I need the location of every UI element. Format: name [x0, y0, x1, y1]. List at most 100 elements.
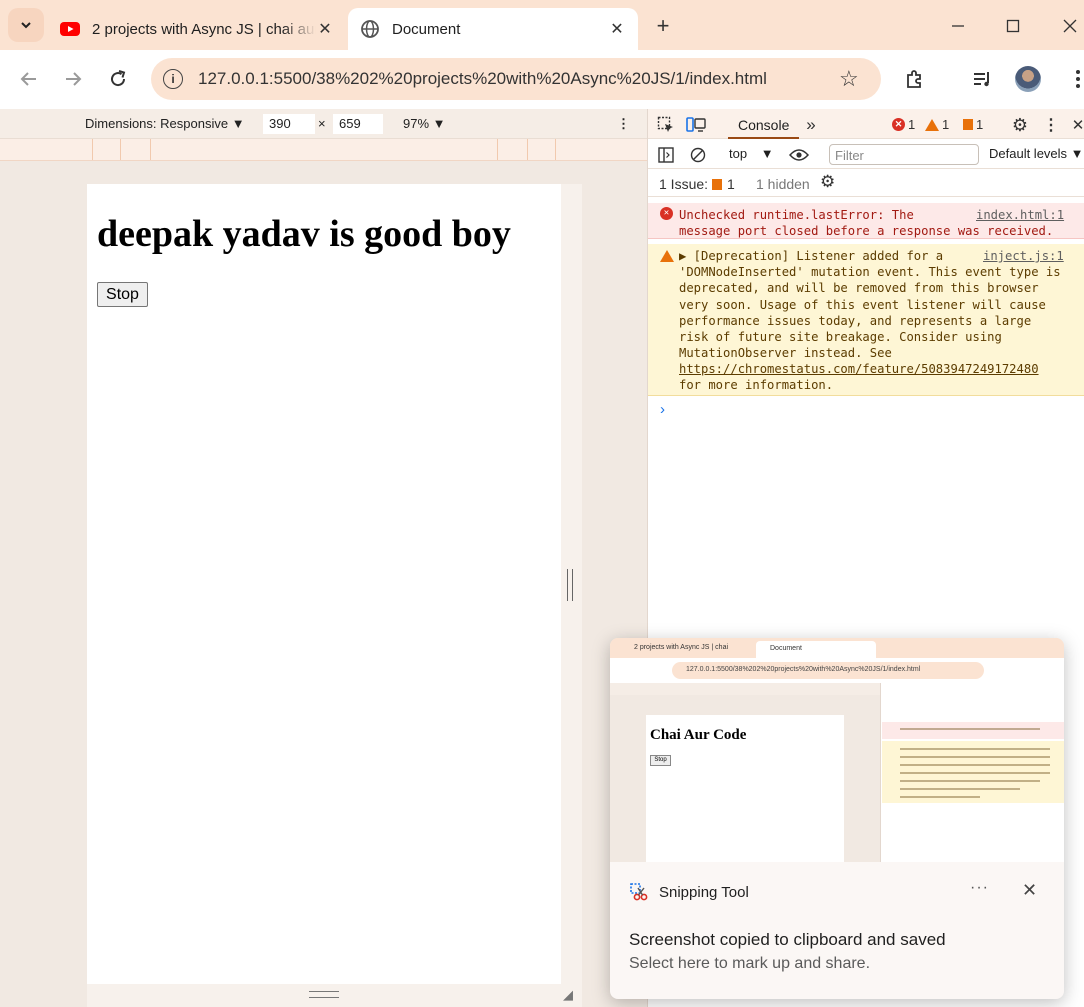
- context-selector[interactable]: top ▼: [729, 146, 774, 161]
- browser-toolbar: i 127.0.0.1:5500/38%202%20projects%20wit…: [0, 50, 1084, 109]
- thumb-tab-title: 2 projects with Async JS | chai: [634, 644, 729, 651]
- kebab-menu-icon[interactable]: [1064, 65, 1084, 93]
- tab-search-button[interactable]: [8, 8, 44, 42]
- reload-icon[interactable]: [104, 65, 132, 93]
- device-toggle-icon[interactable]: [686, 115, 706, 135]
- url-text: 127.0.0.1:5500/38%202%20projects%20with%…: [198, 69, 767, 88]
- width-resize-handle[interactable]: [567, 569, 573, 601]
- back-arrow-icon[interactable]: [15, 65, 43, 93]
- sidebar-toggle-icon[interactable]: [656, 145, 676, 165]
- plus-icon[interactable]: +: [650, 13, 676, 39]
- thumb-button: Stop: [650, 755, 671, 766]
- dimensions-dropdown[interactable]: Dimensions: Responsive ▼: [85, 116, 245, 131]
- emulated-page: deepak yadav is good boy Stop: [87, 184, 561, 984]
- message-text: ▶ [Deprecation] Listener added for a 'DO…: [679, 249, 1061, 361]
- extensions-icon[interactable]: [901, 65, 929, 93]
- toast-header: Snipping Tool ··· ✕: [610, 862, 1064, 922]
- height-resize-handle[interactable]: [309, 991, 339, 998]
- console-toolbar: top ▼ Filter Default levels ▼: [648, 139, 1084, 169]
- window-close-icon[interactable]: [1056, 12, 1084, 40]
- issues-label: 1 Issue:: [659, 176, 709, 192]
- caret-down-icon: ▼: [231, 116, 245, 131]
- maximize-icon[interactable]: [999, 12, 1027, 40]
- device-viewport-area: deepak yadav is good boy Stop ◢: [0, 161, 647, 1007]
- snipping-tool-notification[interactable]: 2 projects with Async JS | chai Document…: [610, 638, 1064, 999]
- issue-counter[interactable]: 1: [963, 117, 983, 132]
- context-label: top: [729, 146, 748, 161]
- zoom-label: 97%: [403, 116, 430, 131]
- console-warning-message[interactable]: ▶ [Deprecation] Listener added for a 'DO…: [648, 244, 1084, 396]
- issues-link[interactable]: 1: [712, 176, 735, 192]
- more-tabs-icon[interactable]: »: [801, 115, 821, 135]
- youtube-icon: [60, 22, 80, 36]
- tab-strip: 2 projects with Async JS | chai aur java…: [0, 0, 1084, 50]
- toast-close-icon[interactable]: ✕: [1022, 880, 1037, 901]
- inspect-element-icon[interactable]: [656, 115, 676, 135]
- issue-count: 1: [976, 117, 984, 132]
- gear-icon[interactable]: ⚙: [1010, 115, 1030, 135]
- message-tail: for more information.: [679, 378, 834, 392]
- clear-console-icon[interactable]: [688, 145, 708, 165]
- media-query-bar: [0, 139, 647, 161]
- height-input[interactable]: 659: [333, 114, 383, 134]
- toast-app-name: Snipping Tool: [659, 884, 749, 901]
- levels-dropdown[interactable]: Default levels ▼: [989, 146, 1084, 161]
- tab-title: 2 projects with Async JS | chai aur java…: [92, 20, 316, 38]
- warning-icon: [660, 250, 674, 262]
- tab-close-icon[interactable]: ✕: [608, 20, 626, 38]
- tab-title: Document: [392, 20, 461, 38]
- thumb-heading: Chai Aur Code: [650, 727, 747, 743]
- issues-bar: 1 Issue: 1 1 hidden ⚙: [648, 169, 1084, 197]
- message-source-link[interactable]: inject.js:1: [983, 248, 1064, 264]
- snipping-tool-icon: [630, 883, 648, 901]
- message-source-link[interactable]: index.html:1: [976, 207, 1064, 223]
- console-error-message: ✕ Unchecked runtime.lastError: The messa…: [648, 203, 1084, 239]
- bookmark-star-icon[interactable]: ☆: [839, 66, 859, 92]
- error-icon: ✕: [660, 207, 673, 220]
- devtools-menu-icon[interactable]: ⋮: [1041, 115, 1061, 135]
- console-prompt[interactable]: ›: [660, 401, 665, 418]
- tab-youtube[interactable]: 2 projects with Async JS | chai aur java…: [48, 8, 346, 50]
- stop-button[interactable]: Stop: [97, 282, 148, 307]
- forward-arrow-icon[interactable]: [59, 65, 87, 93]
- minimize-icon[interactable]: [944, 12, 972, 40]
- devtools-close-icon[interactable]: ✕: [1068, 115, 1084, 135]
- times-sign: ×: [318, 116, 326, 131]
- warning-counter[interactable]: 1: [925, 117, 949, 132]
- thumb-url: 127.0.0.1:5500/38%202%20projects%20with%…: [672, 662, 984, 679]
- thumb-page: Chai Aur Code Stop: [646, 715, 844, 862]
- screenshot-thumbnail[interactable]: 2 projects with Async JS | chai Document…: [610, 638, 1064, 862]
- zoom-dropdown[interactable]: 97% ▼: [403, 116, 446, 131]
- caret-down-icon: ▼: [760, 146, 774, 161]
- address-bar[interactable]: i 127.0.0.1:5500/38%202%20projects%20wit…: [151, 58, 881, 100]
- corner-resize-handle[interactable]: ◢: [563, 987, 573, 1003]
- caret-down-icon: ▼: [432, 116, 446, 131]
- device-more-icon[interactable]: ⋮: [617, 116, 630, 132]
- filter-input[interactable]: Filter: [829, 144, 979, 165]
- toast-more-icon[interactable]: ···: [970, 879, 989, 897]
- device-toolbar: Dimensions: Responsive ▼ 390 × 659 97% ▼…: [0, 109, 647, 139]
- issue-flag-icon: [712, 178, 722, 190]
- eye-icon[interactable]: [789, 145, 809, 165]
- width-input[interactable]: 390: [263, 114, 315, 134]
- media-controls-icon[interactable]: [968, 65, 996, 93]
- issues-settings-icon[interactable]: ⚙: [820, 172, 835, 192]
- dimensions-label: Dimensions: Responsive: [85, 116, 229, 131]
- tab-document[interactable]: Document ✕: [348, 8, 638, 50]
- page-heading: deepak yadav is good boy: [97, 213, 511, 255]
- chevron-down-icon: [21, 22, 31, 29]
- error-counter[interactable]: ✕ 1: [892, 117, 915, 132]
- warning-count: 1: [942, 117, 950, 132]
- error-icon: ✕: [892, 118, 905, 131]
- devtools-tabbar: Console » ✕ 1 1 1 ⚙ ⋮ ✕: [648, 109, 1084, 139]
- tab-close-icon[interactable]: ✕: [316, 20, 334, 38]
- profile-avatar[interactable]: [1015, 66, 1041, 92]
- levels-label: Default levels: [989, 146, 1068, 161]
- tab-console[interactable]: Console: [728, 109, 800, 139]
- globe-icon: [361, 20, 379, 38]
- issue-flag-icon: [963, 119, 973, 130]
- issues-number: 1: [727, 176, 735, 192]
- warning-icon: [925, 118, 939, 131]
- site-info-icon[interactable]: i: [163, 69, 183, 89]
- chromestatus-link[interactable]: https://chromestatus.com/feature/5083947…: [679, 361, 1039, 377]
